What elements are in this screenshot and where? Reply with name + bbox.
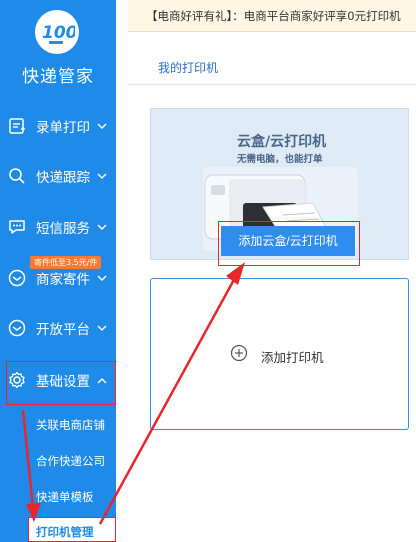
plus-circle-icon [230, 344, 248, 362]
sms-icon [8, 218, 26, 236]
main-content [116, 0, 416, 542]
gear-icon [8, 371, 26, 389]
nav-basic-settings[interactable]: 基础设置 [0, 358, 116, 402]
sub-item-waybill-template[interactable]: 快递单模板 [36, 489, 94, 505]
nav-open-platform-label: 开放平台 [36, 322, 90, 338]
notice-banner[interactable]: 【电商好评有礼】：电商平台商家好评享0元打印机 [128, 0, 416, 32]
chevron-down-icon [97, 170, 107, 183]
logo-icon: 100 [42, 23, 75, 44]
sub-item-printer-management-label: 打印机管理 [36, 525, 94, 539]
chevron-down-icon [97, 120, 107, 133]
add-printer-label: 添加打印机 [261, 350, 324, 365]
chevron-down-icon [97, 322, 107, 335]
app-title: 快递管家 [22, 67, 94, 87]
chevron-down-icon [97, 221, 107, 234]
sub-item-link-store[interactable]: 关联电商店铺 [36, 417, 105, 433]
notice-text: 【电商好评有礼】：电商平台商家好评享0元打印机 [146, 9, 401, 23]
svg-text:100: 100 [42, 23, 75, 43]
nav-print-order[interactable]: 录单打印 [0, 104, 116, 148]
nav-merchant-send[interactable]: 商家寄件 [0, 256, 116, 300]
chevron-down-icon [97, 272, 107, 285]
search-icon [8, 167, 26, 185]
nav-tracking[interactable]: 快递跟踪 [0, 154, 116, 198]
sub-item-courier-company[interactable]: 合作快递公司 [36, 453, 105, 469]
app-logo[interactable]: 100 [35, 10, 79, 54]
send-icon [8, 269, 26, 287]
cloud-card-title: 云盒/云打印机 [237, 134, 327, 150]
add-cloud-printer-button[interactable]: 添加云盒/云打印机 [221, 226, 355, 256]
sidebar: 100 快递管家 录单打印 快递跟踪 短信服务 寄件低至3.5元/件 商家寄件 … [0, 0, 116, 542]
platform-icon [8, 319, 26, 337]
nav-tracking-label: 快递跟踪 [36, 170, 90, 186]
breadcrumb-divider [128, 84, 416, 85]
breadcrumb-my-printers[interactable]: 我的打印机 [158, 59, 218, 76]
sub-item-printer-management[interactable]: 打印机管理 [28, 518, 116, 542]
chevron-up-icon [97, 374, 107, 387]
nav-open-platform[interactable]: 开放平台 [0, 306, 116, 350]
nav-merchant-send-label: 商家寄件 [36, 272, 90, 288]
nav-sms-label: 短信服务 [36, 221, 90, 237]
nav-sms[interactable]: 短信服务 [0, 205, 116, 249]
nav-print-order-label: 录单打印 [36, 120, 90, 136]
nav-basic-settings-label: 基础设置 [36, 374, 90, 390]
print-order-icon [8, 117, 26, 135]
